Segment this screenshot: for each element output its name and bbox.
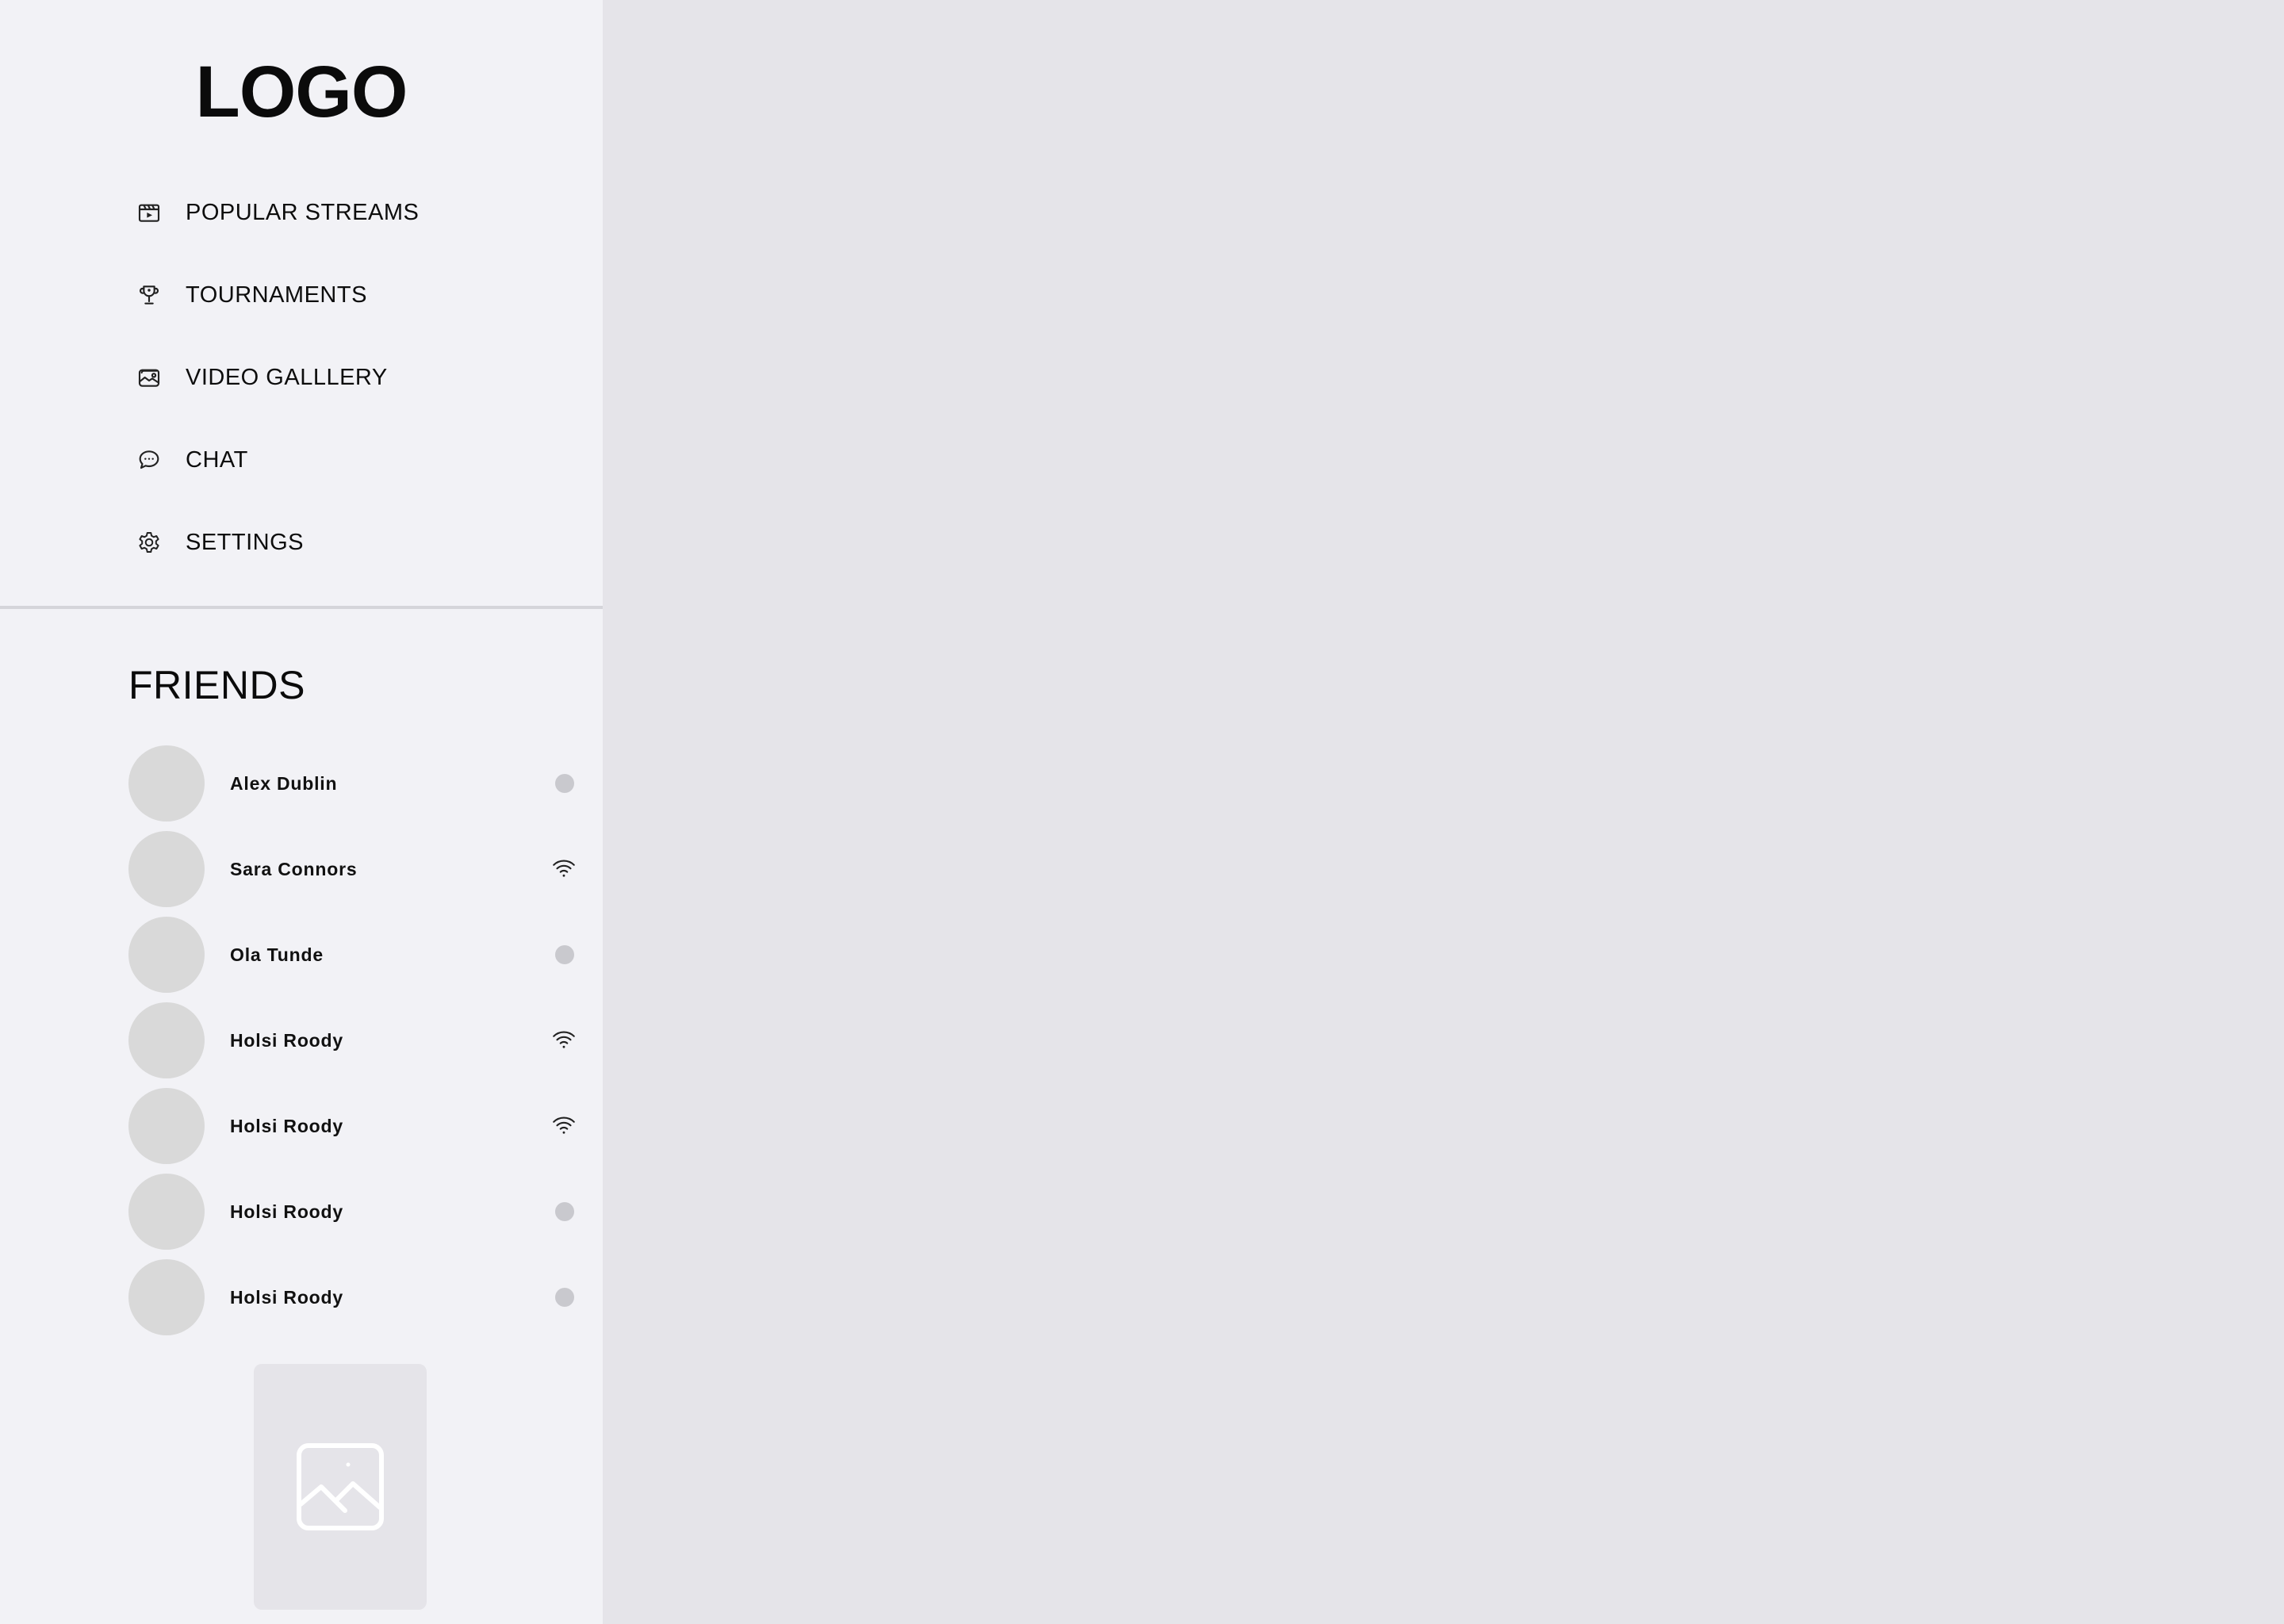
logo[interactable]: LOGO (0, 44, 603, 140)
wifi-icon (553, 1031, 575, 1048)
avatar (128, 1259, 205, 1335)
nav-label: CHAT (186, 446, 248, 473)
avatar (128, 917, 205, 993)
avatar (128, 831, 205, 907)
nav-item-settings[interactable]: SETTINGS (127, 520, 539, 565)
friend-row[interactable]: Alex Dublin (128, 745, 584, 822)
chat-bubble-icon (135, 446, 163, 474)
promo-image[interactable] (254, 1364, 427, 1610)
avatar (128, 1174, 205, 1250)
offline-status-dot (555, 1288, 574, 1307)
clapperboard-icon (135, 198, 163, 227)
friend-name: Ola Tunde (230, 944, 324, 965)
friend-row[interactable]: Holsi Roody (128, 1174, 584, 1250)
wifi-icon (553, 1116, 575, 1134)
nav-item-video-gallery[interactable]: VIDEO GALLLERY (127, 355, 539, 400)
friend-name: Sara Connors (230, 859, 358, 879)
avatar (128, 1088, 205, 1164)
wifi-icon (553, 860, 575, 877)
nav-label: TOURNAMENTS (186, 282, 367, 308)
sidebar-divider (0, 606, 603, 609)
nav-label: VIDEO GALLLERY (186, 364, 388, 390)
main-content-area (603, 0, 2284, 1624)
friend-row[interactable]: Holsi Roody (128, 1088, 584, 1164)
offline-status-dot (555, 945, 574, 964)
nav-label: POPULAR STREAMS (186, 199, 420, 225)
avatar (128, 745, 205, 822)
offline-status-dot (555, 1202, 574, 1221)
avatar (128, 1002, 205, 1078)
gear-icon (135, 528, 163, 557)
friend-row[interactable]: Ola Tunde (128, 917, 584, 993)
friend-row[interactable]: Sara Connors (128, 831, 584, 907)
nav-item-chat[interactable]: CHAT (127, 438, 539, 482)
friend-name: Holsi Roody (230, 1030, 343, 1051)
friend-name: Holsi Roody (230, 1287, 343, 1308)
friend-row[interactable]: Holsi Roody (128, 1259, 584, 1335)
gallery-icon (135, 363, 163, 392)
friend-row[interactable]: Holsi Roody (128, 1002, 584, 1078)
sidebar: LOGO POPULAR STREAMS TOURNAMENTS VIDEO G… (0, 0, 603, 1624)
offline-status-dot (555, 774, 574, 793)
friend-name: Holsi Roody (230, 1201, 343, 1222)
nav-label: SETTINGS (186, 529, 305, 555)
nav-item-tournaments[interactable]: TOURNAMENTS (127, 273, 539, 317)
nav-item-popular-streams[interactable]: POPULAR STREAMS (127, 190, 539, 235)
friends-heading: FRIENDS (128, 663, 305, 707)
image-placeholder-icon (297, 1443, 384, 1530)
trophy-icon (135, 281, 163, 309)
friend-name: Alex Dublin (230, 773, 338, 794)
friend-name: Holsi Roody (230, 1116, 343, 1136)
